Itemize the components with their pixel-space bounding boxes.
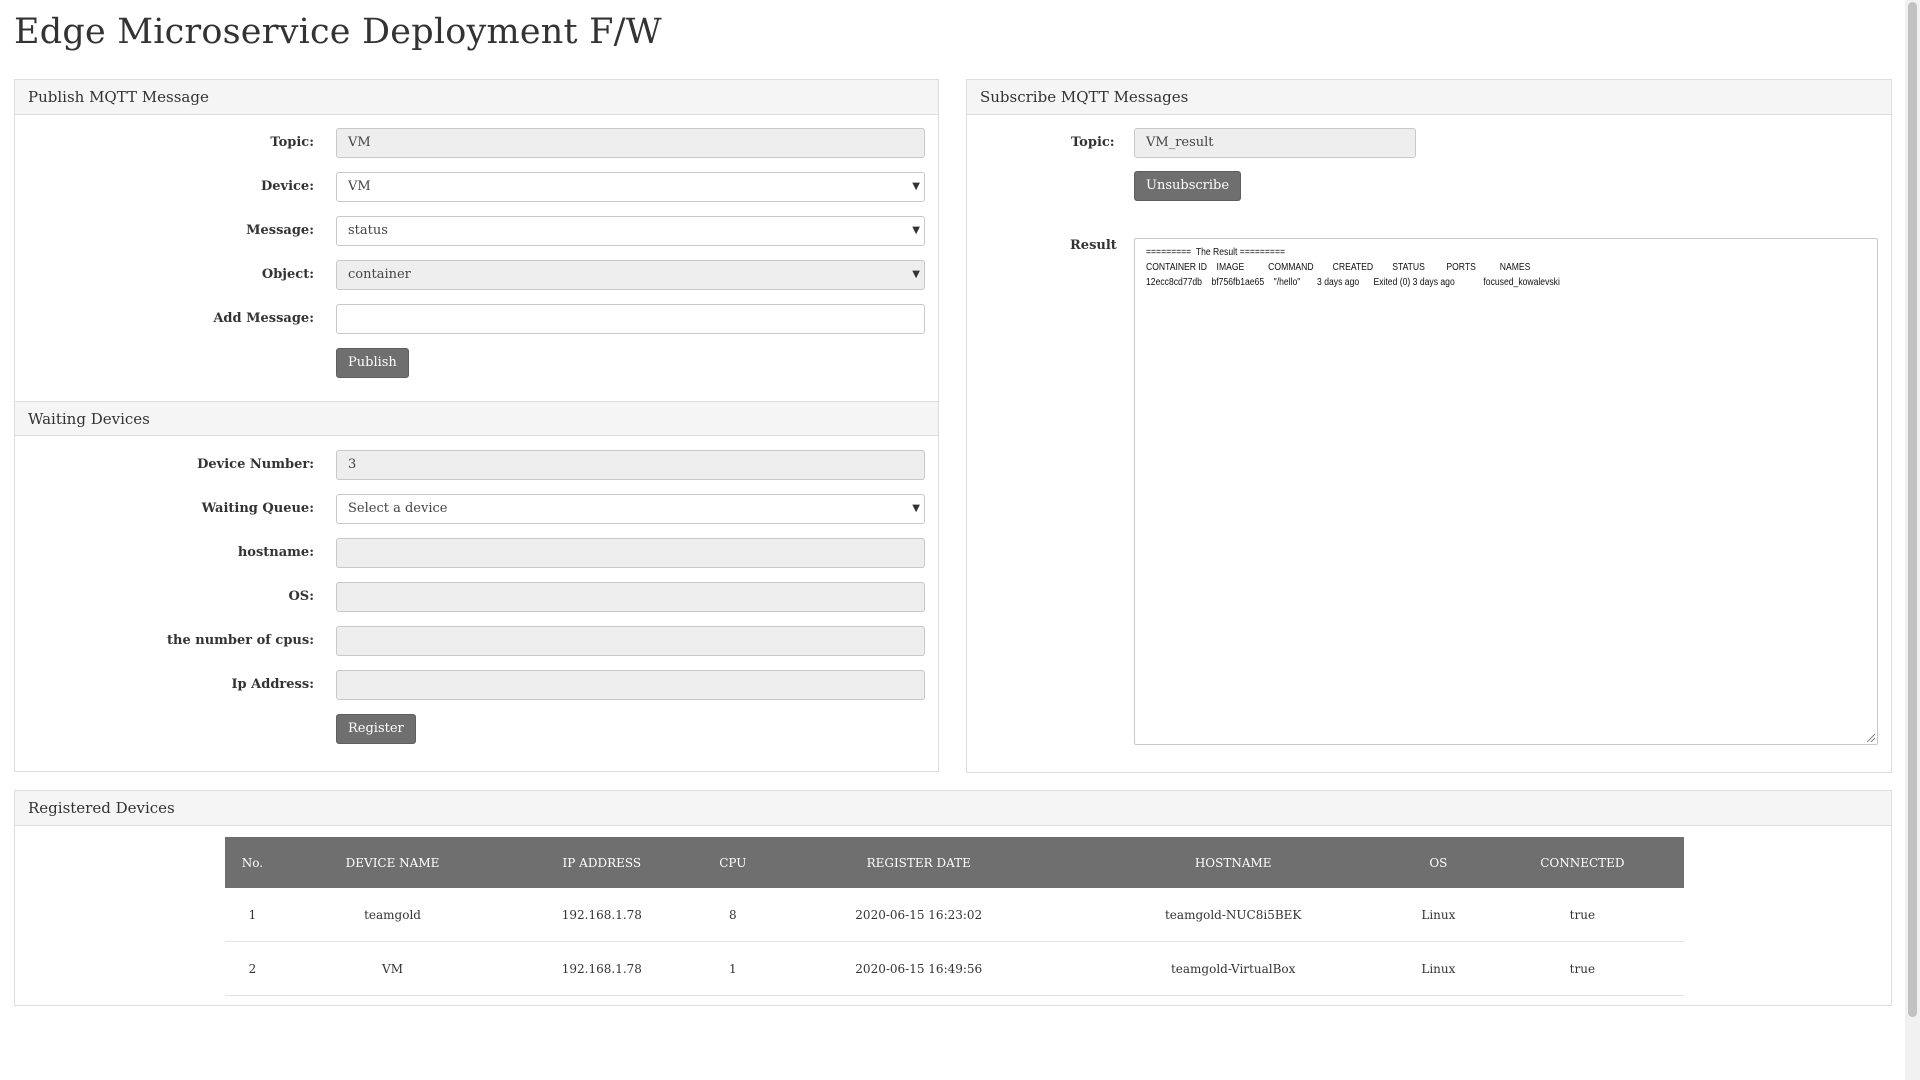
cpus-input[interactable] [336, 626, 925, 656]
unsubscribe-button[interactable]: Unsubscribe [1134, 171, 1242, 201]
device-number-row: Device Number: 3 [15, 450, 938, 480]
table-cell: 1 [698, 941, 768, 996]
table-row: 1 teamgold 192.168.1.78 8 2020-06-15 16:… [225, 888, 1684, 942]
os-input[interactable] [336, 582, 925, 612]
object-select-value: container [348, 267, 411, 282]
column-header: DEVICE NAME [279, 837, 506, 888]
column-header: CPU [698, 837, 768, 888]
scrollbar-thumb[interactable] [1908, 2, 1917, 1017]
column-header: HOSTNAME [1070, 837, 1396, 888]
device-row: Device: VM ▼ [15, 172, 938, 202]
ip-address-row: Ip Address: [15, 670, 938, 700]
hostname-row: hostname: [15, 538, 938, 568]
cpus-row: the number of cpus: [15, 626, 938, 656]
subscribe-topic-input[interactable]: VM_result [1134, 128, 1416, 158]
add-message-row: Add Message: [15, 304, 938, 334]
table-row: 2 VM 192.168.1.78 1 2020-06-15 16:49:56 … [225, 941, 1684, 996]
object-select[interactable]: container ▼ [336, 260, 925, 290]
ip-address-input[interactable] [336, 670, 925, 700]
column-header: IP ADDRESS [505, 837, 699, 888]
hostname-input[interactable] [336, 538, 925, 568]
table-cell: 2 [225, 941, 280, 996]
os-label: OS: [288, 589, 314, 604]
object-row: Object: container ▼ [15, 260, 938, 290]
waiting-queue-row: Waiting Queue: Select a device ▼ [15, 494, 938, 524]
chevron-down-icon: ▼ [912, 181, 920, 192]
register-button[interactable]: Register [336, 714, 416, 744]
table-cell: teamgold [279, 888, 506, 942]
add-message-label: Add Message: [213, 311, 314, 326]
waiting-queue-value: Select a device [348, 501, 448, 516]
result-line: ========= The Result ========= [1146, 247, 1286, 258]
device-number-label: Device Number: [197, 457, 314, 472]
subscribe-topic-row: Topic: VM_result [967, 128, 1891, 158]
message-row: Message: status ▼ [15, 216, 938, 246]
column-header: REGISTER DATE [767, 837, 1071, 888]
result-line: CONTAINER ID IMAGE COMMAND CREATED STATU… [1146, 262, 1531, 273]
table-cell: 192.168.1.78 [505, 941, 699, 996]
page-title: Edge Microservice Deployment F/W [14, 12, 662, 52]
result-label: Result [1070, 238, 1117, 253]
column-header: CONNECTED [1480, 837, 1684, 888]
column-header: OS [1395, 837, 1481, 888]
table-cell: teamgold-NUC8i5BEK [1070, 888, 1396, 942]
chevron-down-icon: ▼ [912, 269, 920, 280]
subscribe-panel: Subscribe MQTT Messages Topic: VM_result… [966, 79, 1892, 773]
waiting-queue-label: Waiting Queue: [201, 501, 314, 516]
topic-label: Topic: [270, 135, 314, 150]
table-cell: 1 [225, 888, 280, 942]
table-cell: Linux [1395, 941, 1481, 996]
chevron-down-icon: ▼ [912, 225, 920, 236]
topic-row: Topic: VM [15, 128, 938, 158]
table-cell: Linux [1395, 888, 1481, 942]
publish-button[interactable]: Publish [336, 348, 409, 378]
publish-panel: Publish MQTT Message Topic: VM Device: V… [14, 79, 939, 772]
hostname-label: hostname: [237, 545, 314, 560]
cpus-label: the number of cpus: [166, 633, 314, 648]
waiting-queue-select[interactable]: Select a device ▼ [336, 494, 925, 524]
table-cell: 192.168.1.78 [505, 888, 699, 942]
table-header-row: No. DEVICE NAME IP ADDRESS CPU REGISTER … [225, 837, 1684, 888]
device-number-input[interactable]: 3 [336, 450, 925, 480]
result-textarea[interactable]: ========= The Result ========= CONTAINER… [1134, 238, 1878, 745]
registered-devices-table: No. DEVICE NAME IP ADDRESS CPU REGISTER … [225, 837, 1684, 996]
device-label: Device: [260, 179, 314, 194]
object-label: Object: [261, 267, 314, 282]
registered-devices-header: Registered Devices [15, 791, 1891, 826]
publish-topic-input[interactable]: VM [336, 128, 925, 158]
table-cell: 2020-06-15 16:49:56 [767, 941, 1071, 996]
ip-address-label: Ip Address: [231, 677, 314, 692]
subscribe-topic-label: Topic: [1071, 135, 1115, 150]
table-cell: teamgold-VirtualBox [1070, 941, 1396, 996]
table-cell: VM [279, 941, 506, 996]
device-select-value: VM [348, 179, 371, 194]
column-header: No. [225, 837, 280, 888]
registered-devices-panel: Registered Devices No. DEVICE NAME IP AD… [14, 790, 1892, 1006]
table-cell: 8 [698, 888, 768, 942]
add-message-input[interactable] [336, 304, 925, 334]
subscribe-panel-header: Subscribe MQTT Messages [967, 80, 1891, 115]
device-select[interactable]: VM ▼ [336, 172, 925, 202]
vertical-scrollbar[interactable] [1905, 0, 1920, 1080]
chevron-down-icon: ▼ [912, 503, 920, 514]
result-line: 12ecc8cd77db bf756fb1ae65 "/hello" 3 day… [1146, 277, 1560, 288]
table-cell: true [1480, 941, 1684, 996]
waiting-panel-header: Waiting Devices [15, 401, 938, 436]
message-label: Message: [246, 223, 314, 238]
message-select-value: status [348, 223, 388, 238]
publish-panel-header: Publish MQTT Message [15, 80, 938, 115]
table-cell: 2020-06-15 16:23:02 [767, 888, 1071, 942]
resize-grip-icon[interactable] [1867, 734, 1875, 742]
table-cell: true [1480, 888, 1684, 942]
os-row: OS: [15, 582, 938, 612]
message-select[interactable]: status ▼ [336, 216, 925, 246]
